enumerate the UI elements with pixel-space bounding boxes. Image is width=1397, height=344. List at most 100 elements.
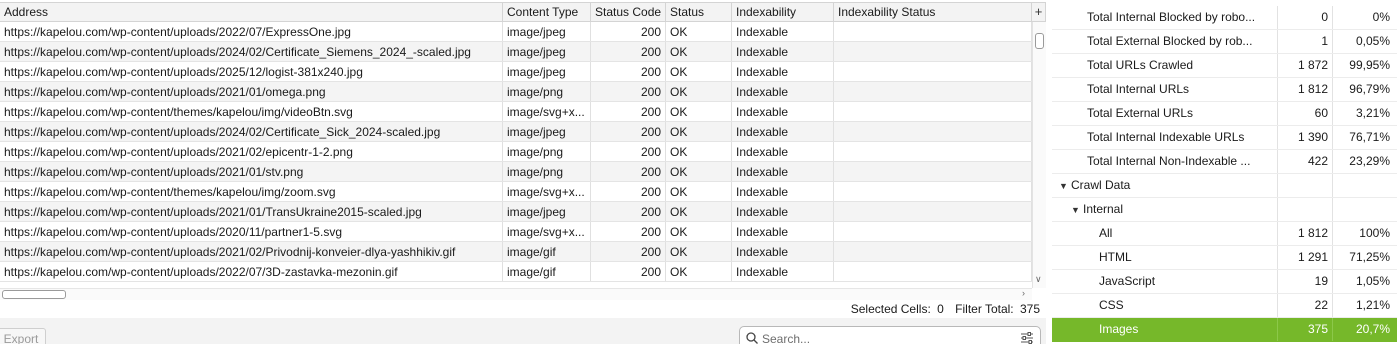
column-header-status[interactable]: Status [666, 3, 732, 21]
cell-address[interactable]: https://kapelou.com/wp-content/themes/ka… [0, 182, 503, 201]
cell-status-code[interactable]: 200 [591, 262, 666, 281]
overview-row[interactable]: JavaScript 19 1,05% [1052, 270, 1397, 294]
cell-indexability[interactable]: Indexable [732, 102, 834, 121]
cell-content-type[interactable]: image/jpeg [503, 62, 591, 81]
cell-status-code[interactable]: 200 [591, 142, 666, 161]
cell-indexability[interactable]: Indexable [732, 82, 834, 101]
overview-row[interactable]: Total Internal Indexable URLs 1 390 76,71% [1052, 126, 1397, 150]
cell-content-type[interactable]: image/png [503, 142, 591, 161]
cell-content-type[interactable]: image/png [503, 82, 591, 101]
cell-indexability[interactable]: Indexable [732, 22, 834, 41]
overview-row[interactable]: CSS 22 1,21% [1052, 294, 1397, 318]
filter-settings-icon[interactable] [1020, 332, 1034, 344]
scroll-down-arrow-icon[interactable]: ∨ [1035, 274, 1042, 285]
cell-status[interactable]: OK [666, 102, 732, 121]
cell-status[interactable]: OK [666, 262, 732, 281]
table-row[interactable]: https://kapelou.com/wp-content/uploads/2… [0, 242, 1032, 262]
cell-indexability[interactable]: Indexable [732, 162, 834, 181]
cell-address[interactable]: https://kapelou.com/wp-content/uploads/2… [0, 62, 503, 81]
cell-status-code[interactable]: 200 [591, 42, 666, 61]
overview-row[interactable]: Total Internal Blocked by robo... 0 0% [1052, 6, 1397, 30]
table-row[interactable]: https://kapelou.com/wp-content/uploads/2… [0, 262, 1032, 282]
table-row[interactable]: https://kapelou.com/wp-content/uploads/2… [0, 202, 1032, 222]
overview-row[interactable]: Total Internal URLs 1 812 96,79% [1052, 78, 1397, 102]
cell-indexability[interactable]: Indexable [732, 262, 834, 281]
cell-address[interactable]: https://kapelou.com/wp-content/uploads/2… [0, 162, 503, 181]
cell-address[interactable]: https://kapelou.com/wp-content/uploads/2… [0, 142, 503, 161]
overview-row[interactable]: ▼ Crawl Data [1052, 174, 1397, 198]
horizontal-scroll-thumb[interactable] [2, 290, 66, 299]
table-row[interactable]: https://kapelou.com/wp-content/uploads/2… [0, 142, 1032, 162]
cell-status[interactable]: OK [666, 142, 732, 161]
expand-arrow-icon[interactable]: ▼ [1059, 175, 1071, 197]
cell-indexability[interactable]: Indexable [732, 202, 834, 221]
cell-status[interactable]: OK [666, 222, 732, 241]
overview-row[interactable]: All 1 812 100% [1052, 222, 1397, 246]
cell-content-type[interactable]: image/jpeg [503, 122, 591, 141]
cell-content-type[interactable]: image/jpeg [503, 22, 591, 41]
cell-indexability[interactable]: Indexable [732, 142, 834, 161]
overview-row[interactable]: Total External Blocked by rob... 1 0,05% [1052, 30, 1397, 54]
table-row[interactable]: https://kapelou.com/wp-content/uploads/2… [0, 82, 1032, 102]
cell-status[interactable]: OK [666, 42, 732, 61]
cell-status[interactable]: OK [666, 242, 732, 261]
cell-indexability-status[interactable] [834, 162, 1032, 181]
cell-status-code[interactable]: 200 [591, 162, 666, 181]
cell-content-type[interactable]: image/jpeg [503, 202, 591, 221]
cell-indexability[interactable]: Indexable [732, 42, 834, 61]
table-row[interactable]: https://kapelou.com/wp-content/uploads/2… [0, 122, 1032, 142]
overview-row[interactable]: Total URLs Crawled 1 872 99,95% [1052, 54, 1397, 78]
cell-address[interactable]: https://kapelou.com/wp-content/uploads/2… [0, 22, 503, 41]
cell-status-code[interactable]: 200 [591, 202, 666, 221]
cell-status-code[interactable]: 200 [591, 62, 666, 81]
column-header-status-code[interactable]: Status Code [591, 3, 666, 21]
search-input[interactable] [762, 330, 1012, 344]
cell-content-type[interactable]: image/svg+x... [503, 222, 591, 241]
cell-status-code[interactable]: 200 [591, 242, 666, 261]
cell-address[interactable]: https://kapelou.com/wp-content/uploads/2… [0, 202, 503, 221]
cell-indexability-status[interactable] [834, 142, 1032, 161]
cell-status[interactable]: OK [666, 122, 732, 141]
cell-indexability-status[interactable] [834, 262, 1032, 281]
cell-indexability-status[interactable] [834, 222, 1032, 241]
cell-address[interactable]: https://kapelou.com/wp-content/themes/ka… [0, 102, 503, 121]
cell-status[interactable]: OK [666, 82, 732, 101]
table-row[interactable]: https://kapelou.com/wp-content/uploads/2… [0, 22, 1032, 42]
cell-indexability-status[interactable] [834, 182, 1032, 201]
cell-indexability-status[interactable] [834, 102, 1032, 121]
cell-status[interactable]: OK [666, 202, 732, 221]
table-row[interactable]: https://kapelou.com/wp-content/themes/ka… [0, 102, 1032, 122]
horizontal-scrollbar[interactable]: › [0, 288, 1032, 300]
overview-row[interactable]: Images 375 20,7% [1052, 318, 1397, 342]
cell-address[interactable]: https://kapelou.com/wp-content/uploads/2… [0, 42, 503, 61]
export-button[interactable]: Export [0, 328, 46, 344]
cell-address[interactable]: https://kapelou.com/wp-content/uploads/2… [0, 82, 503, 101]
cell-indexability-status[interactable] [834, 122, 1032, 141]
cell-address[interactable]: https://kapelou.com/wp-content/uploads/2… [0, 242, 503, 261]
cell-content-type[interactable]: image/gif [503, 262, 591, 281]
cell-status[interactable]: OK [666, 62, 732, 81]
cell-status[interactable]: OK [666, 182, 732, 201]
column-header-indexability-status[interactable]: Indexability Status [834, 3, 1032, 21]
vertical-scroll-thumb[interactable] [1035, 33, 1044, 49]
overview-row[interactable]: ▼ Internal [1052, 198, 1397, 222]
cell-status-code[interactable]: 200 [591, 22, 666, 41]
cell-indexability[interactable]: Indexable [732, 122, 834, 141]
cell-status-code[interactable]: 200 [591, 182, 666, 201]
cell-indexability[interactable]: Indexable [732, 222, 834, 241]
cell-indexability[interactable]: Indexable [732, 62, 834, 81]
cell-indexability-status[interactable] [834, 242, 1032, 261]
overview-row[interactable]: HTML 1 291 71,25% [1052, 246, 1397, 270]
cell-status[interactable]: OK [666, 22, 732, 41]
cell-indexability-status[interactable] [834, 62, 1032, 81]
cell-status[interactable]: OK [666, 162, 732, 181]
cell-content-type[interactable]: image/svg+x... [503, 182, 591, 201]
table-row[interactable]: https://kapelou.com/wp-content/themes/ka… [0, 182, 1032, 202]
table-row[interactable]: https://kapelou.com/wp-content/uploads/2… [0, 162, 1032, 182]
cell-indexability-status[interactable] [834, 42, 1032, 61]
cell-status-code[interactable]: 200 [591, 102, 666, 121]
cell-indexability[interactable]: Indexable [732, 242, 834, 261]
table-row[interactable]: https://kapelou.com/wp-content/uploads/2… [0, 222, 1032, 242]
column-header-address[interactable]: Address [0, 3, 503, 21]
cell-status-code[interactable]: 200 [591, 82, 666, 101]
